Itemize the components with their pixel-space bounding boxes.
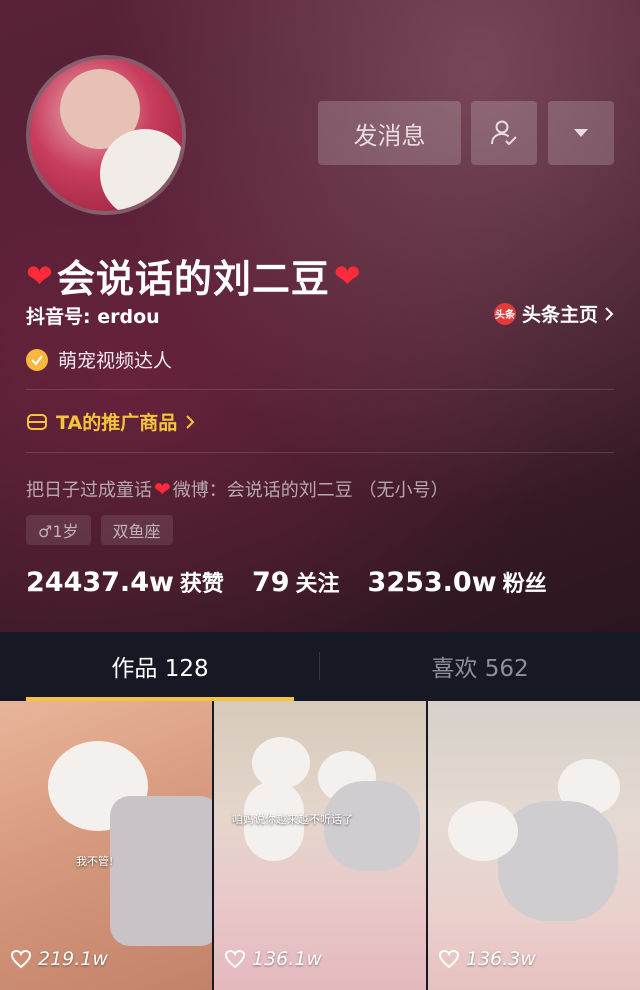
followed-status-button[interactable] (471, 101, 537, 165)
profile-stats: 24437.4w 获赞 79 关注 3253.0w 粉丝 (26, 566, 547, 598)
tab-likes[interactable]: 喜欢 562 (320, 632, 640, 700)
video-thumbnail[interactable]: 咱妈说你越来越不听话了 136.1w (214, 701, 426, 990)
stat-followers[interactable]: 3253.0w 粉丝 (368, 566, 547, 598)
video-thumbnail[interactable]: 136.3w (428, 701, 640, 990)
verified-check-icon (26, 348, 48, 371)
pillow-shape (448, 801, 518, 861)
user-check-icon (491, 120, 517, 146)
video-like-count: 219.1w (10, 948, 108, 970)
video-like-count: 136.1w (224, 948, 322, 970)
heart-outline-icon (438, 949, 460, 969)
chevron-right-icon (186, 414, 195, 429)
avatar[interactable] (26, 55, 186, 215)
send-message-button[interactable]: 发消息 (318, 101, 461, 165)
cat-body-shape (110, 796, 212, 946)
stat-following-label: 关注 (295, 572, 340, 597)
video-like-count: 136.3w (438, 948, 536, 970)
bio: 把日子过成童话 ❤ 微博：会说话的刘二豆 （无小号） (26, 476, 449, 502)
video-caption: 我不管! (76, 855, 114, 868)
douyin-id: 抖音号: erdou (26, 306, 160, 328)
tag-zodiac: 双鱼座 (100, 515, 173, 545)
heart-emoji-icon: ❤ (154, 477, 171, 501)
caret-down-icon (574, 129, 588, 137)
toutiao-homepage-link[interactable]: 头条 头条主页 (493, 300, 614, 327)
send-message-label: 发消息 (353, 121, 426, 150)
toutiao-label: 头条主页 (521, 304, 598, 326)
bio-text: 把日子过成童话 (26, 480, 152, 501)
chevron-right-icon (605, 306, 614, 321)
heart-emoji-icon: ❤ (333, 256, 361, 295)
verified-badge: 萌宠视频达人 (26, 346, 172, 373)
stat-likes-number: 24437.4w (26, 567, 174, 598)
video-thumbnail[interactable]: 我不管! 219.1w (0, 701, 212, 990)
cat-body-shape (498, 801, 618, 921)
stat-following[interactable]: 79 关注 (252, 566, 340, 598)
stat-likes[interactable]: 24437.4w 获赞 (26, 566, 224, 598)
verified-label: 萌宠视频达人 (58, 350, 173, 372)
promoted-products-link[interactable]: TA的推广商品 (26, 408, 195, 435)
shopping-cart-icon (27, 413, 47, 430)
avatar-photo-cat (100, 129, 182, 211)
tab-works[interactable]: 作品 128 (0, 632, 320, 700)
stat-followers-label: 粉丝 (502, 572, 547, 597)
heart-outline-icon (10, 949, 32, 969)
nickname-row: ❤ 会说话的刘二豆 ❤ (26, 248, 361, 303)
heart-outline-icon (224, 949, 246, 969)
nickname: 会说话的刘二豆 (56, 257, 330, 301)
video-caption: 咱妈说你越来越不听话了 (232, 813, 353, 826)
promo-label: TA的推广商品 (56, 412, 178, 434)
more-options-button[interactable] (548, 101, 614, 165)
divider (26, 389, 614, 390)
stat-following-number: 79 (251, 567, 290, 598)
video-grid: 我不管! 219.1w 咱妈说你越来越不听话了 136.1w 136.3w (0, 701, 640, 990)
content-tabs: 作品 128 喜欢 562 (0, 632, 640, 700)
heart-emoji-icon: ❤ (26, 256, 53, 295)
divider (26, 452, 614, 453)
stat-likes-label: 获赞 (179, 572, 224, 597)
like-count-text: 219.1w (38, 948, 108, 970)
profile-tags: ♂1岁 双鱼座 (26, 515, 173, 545)
stat-followers-number: 3253.0w (367, 567, 497, 598)
tag-gender-age: ♂1岁 (26, 515, 91, 545)
like-count-text: 136.1w (252, 948, 322, 970)
bio-text-weibo: 微博：会说话的刘二豆 （无小号） (172, 480, 449, 501)
toutiao-logo-icon: 头条 (493, 302, 516, 325)
like-count-text: 136.3w (466, 948, 536, 970)
